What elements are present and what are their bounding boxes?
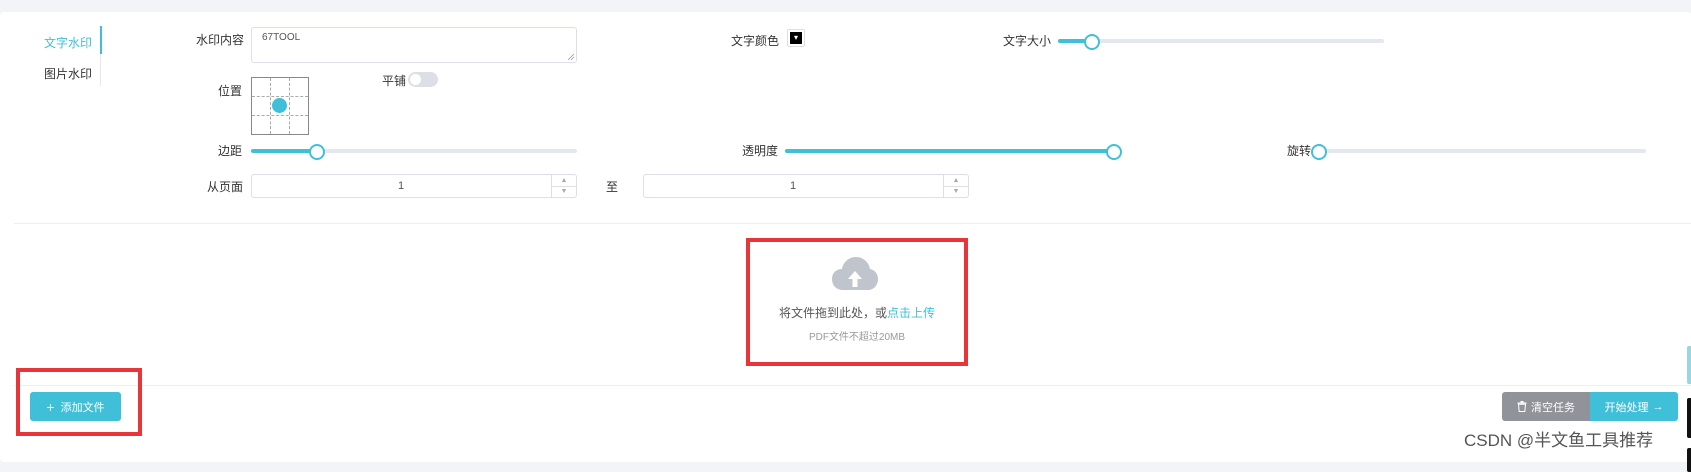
upload-instruction: 将文件拖到此处，或点击上传 [750, 304, 964, 321]
plus-icon: + [46, 398, 55, 415]
grid-line [252, 96, 308, 97]
chevron-down-icon[interactable]: ▼ [944, 185, 968, 198]
from-page-value: 1 [397, 180, 405, 192]
tab-image-watermark[interactable]: 图片水印 [44, 65, 92, 82]
slider-handle[interactable] [1311, 144, 1327, 160]
rotate-label: 旋转 [1287, 144, 1312, 158]
color-label: 文字颜色 [731, 34, 780, 48]
chevron-up-icon[interactable]: ▲ [552, 175, 576, 186]
content-label: 水印内容 [196, 33, 245, 47]
trash-icon [1517, 401, 1527, 412]
margin-slider[interactable] [251, 144, 577, 160]
slider-handle[interactable] [1106, 144, 1122, 160]
grid-line [252, 115, 308, 116]
size-slider[interactable] [1058, 34, 1384, 50]
upload-tip: PDF文件不超过20MB [808, 332, 906, 343]
slider-fill [785, 149, 1113, 153]
to-page-value: 1 [789, 180, 797, 192]
tab-divider [100, 54, 101, 86]
edge-widget [1687, 398, 1691, 438]
content-value: 67TOOL [262, 32, 301, 43]
grid-line [289, 78, 290, 134]
upload-text: 将文件拖到此处，或 [778, 306, 887, 320]
start-label: 开始处理 [1604, 401, 1649, 414]
size-label: 文字大小 [1003, 34, 1052, 48]
clear-tasks-label: 清空任务 [1531, 401, 1575, 414]
clear-tasks-button[interactable]: 清空任务 [1502, 392, 1590, 421]
edge-widget [1687, 346, 1691, 384]
tab-text-watermark[interactable]: 文字水印 [44, 34, 92, 51]
edge-widget [1687, 448, 1691, 472]
section-divider [14, 223, 1691, 224]
arrow-right-icon: → [1652, 400, 1664, 413]
toggle-knob [410, 74, 421, 85]
csdn-watermark: CSDN @半文鱼工具推荐 [1464, 431, 1654, 450]
to-page-stepper: ▲ ▼ [943, 175, 968, 197]
to-page-input[interactable]: 1 ▲ ▼ [643, 174, 969, 198]
opacity-label: 透明度 [742, 144, 779, 158]
add-file-button[interactable]: + 添加文件 [30, 392, 121, 421]
main-card: 文字水印 图片水印 水印内容 67TOOL 文字颜色 ▾ 文字大小 位置 平铺 … [0, 12, 1691, 462]
from-page-label: 从页面 [207, 180, 244, 194]
add-file-label: 添加文件 [60, 401, 105, 414]
margin-label: 边距 [218, 144, 243, 158]
rotate-slider[interactable] [1311, 144, 1646, 160]
opacity-slider[interactable] [785, 144, 1122, 160]
tile-toggle[interactable] [408, 72, 438, 87]
content-textarea[interactable]: 67TOOL [251, 27, 577, 63]
upload-link[interactable]: 点击上传 [887, 306, 935, 320]
start-button[interactable]: 开始处理 → [1590, 392, 1678, 421]
from-page-input[interactable]: 1 ▲ ▼ [251, 174, 577, 198]
footer-divider [14, 385, 1691, 386]
position-grid[interactable] [251, 77, 309, 135]
position-label: 位置 [218, 84, 243, 98]
chevron-down-icon: ▾ [790, 32, 802, 44]
to-label: 至 [606, 180, 619, 194]
active-tab-indicator [100, 26, 102, 54]
slider-handle[interactable] [309, 144, 326, 160]
tile-label: 平铺 [382, 74, 407, 88]
from-page-stepper: ▲ ▼ [551, 175, 576, 197]
slider-handle[interactable] [1083, 34, 1100, 50]
color-picker[interactable]: ▾ [787, 29, 805, 47]
slider-fill [251, 149, 317, 153]
position-marker[interactable] [272, 98, 287, 113]
upload-dropzone[interactable]: 将文件拖到此处，或点击上传 PDF文件不超过20MB [746, 238, 968, 366]
grid-line [270, 78, 271, 134]
resize-grip-icon[interactable] [567, 53, 575, 61]
chevron-up-icon[interactable]: ▲ [944, 175, 968, 186]
cloud-upload-icon [832, 257, 878, 290]
chevron-down-icon[interactable]: ▼ [552, 185, 576, 198]
